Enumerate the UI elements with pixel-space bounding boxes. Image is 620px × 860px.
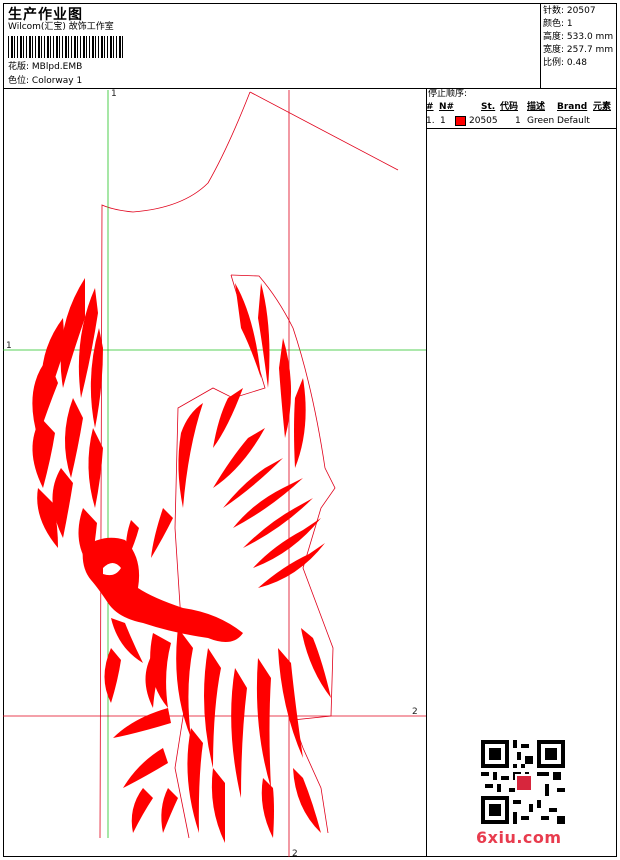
guide-label-v2: 2: [292, 849, 298, 857]
page-title: 生产作业图: [8, 7, 83, 23]
stat-width: 宽度: 257.7 mm: [543, 45, 614, 55]
pattern-label: 花版:: [8, 62, 30, 72]
design-canvas: 1 1 2 2: [3, 89, 426, 857]
watermark-logo: 6xiu.com: [476, 828, 562, 847]
col-description: 描述: [527, 102, 546, 112]
stats-divider: [540, 3, 541, 88]
guide-lines: [3, 90, 426, 857]
col-element: 元素: [593, 102, 612, 112]
guide-label-h2: 2: [412, 707, 418, 717]
pattern-value: MBlpd.EMB: [31, 62, 83, 72]
guide-label-h1: 1: [6, 341, 12, 351]
row-brand: Default: [557, 116, 590, 126]
stat-colors: 颜色: 1: [543, 19, 573, 29]
pattern-row: 花版: MBlpd.EMB: [8, 62, 82, 73]
stats-panel: 针数: 20507 颜色: 1 高度: 533.0 mm 宽度: 257.7 m…: [543, 6, 617, 71]
company-name: Wilcom(汇宝) 故饰工作室: [8, 22, 114, 32]
colorway-row: 色位: Colorway 1: [8, 76, 82, 87]
phoenix-embroidery: [32, 278, 331, 843]
col-code: 代码: [500, 102, 519, 112]
row-n: 1: [440, 116, 446, 126]
col-num: #: [426, 102, 434, 112]
col-n: N#: [439, 102, 455, 112]
row-num: 1.: [426, 116, 435, 126]
stat-height: 高度: 533.0 mm: [543, 32, 614, 42]
row-stitches: 20505: [469, 116, 498, 126]
qr-code: [481, 740, 565, 824]
guide-label-v1: 1: [111, 89, 117, 99]
colorway-value: Colorway 1: [31, 76, 83, 86]
stat-stitches: 针数: 20507: [543, 6, 596, 16]
col-stitches: St.: [481, 102, 496, 112]
col-brand: Brand: [557, 102, 588, 112]
barcode: [8, 36, 124, 58]
table-separator: [426, 128, 617, 129]
table-divider: [426, 88, 427, 857]
row-description: Green: [527, 116, 555, 126]
colorway-label: 色位:: [8, 76, 30, 86]
row-code: 1: [515, 116, 521, 126]
stat-scale: 比例: 0.48: [543, 58, 587, 68]
stop-sequence-title: 停止顺序:: [428, 89, 468, 99]
